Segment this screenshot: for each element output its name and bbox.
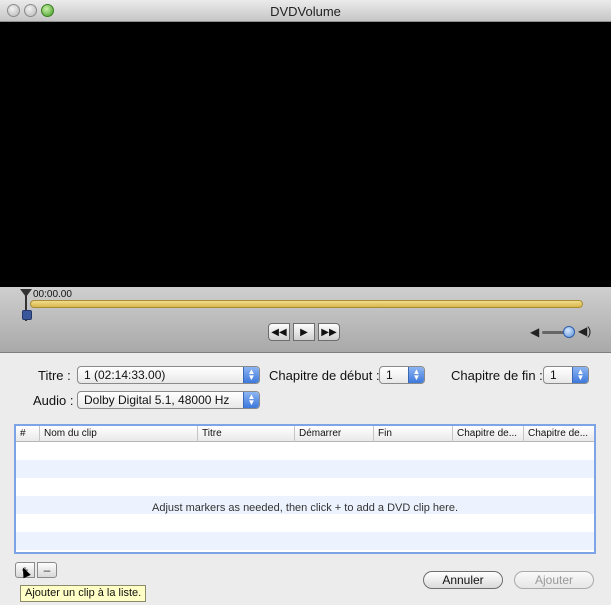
title-popup[interactable]: 1 (02:14:33.00) ▲ ▼ <box>77 366 260 384</box>
start-chapter-label: Chapitre de début : <box>269 368 380 383</box>
popup-arrows-icon: ▲ ▼ <box>243 367 259 383</box>
column-header-start[interactable]: Démarrer <box>295 426 374 442</box>
table-rows: Adjust markers as needed, then click + t… <box>16 442 594 552</box>
video-preview <box>0 22 611 287</box>
column-header-end-chapter[interactable]: Chapitre de... <box>524 426 594 442</box>
window-title: DVDVolume <box>270 4 341 19</box>
start-chapter-popup[interactable]: 1 ▲ ▼ <box>379 366 425 384</box>
dvdvolume-window: DVDVolume 00:00.00 ◀◀ ▶ ▶▶ ◀ ◀) Titre : … <box>0 0 611 605</box>
end-chapter-popup-value: 1 <box>550 368 557 382</box>
volume-slider-knob[interactable] <box>563 326 575 338</box>
column-header-clip-name[interactable]: Nom du clip <box>40 426 198 442</box>
audio-popup-value: Dolby Digital 5.1, 48000 Hz <box>84 393 230 407</box>
title-bar[interactable]: DVDVolume <box>0 0 611 22</box>
popup-arrows-icon: ▲ ▼ <box>243 392 259 408</box>
title-popup-value: 1 (02:14:33.00) <box>84 368 166 382</box>
add-clip-tooltip: Ajouter un clip à la liste. <box>20 585 147 602</box>
playback-controls: 00:00.00 ◀◀ ▶ ▶▶ ◀ ◀) <box>0 287 611 353</box>
audio-label: Audio : <box>33 393 74 408</box>
cancel-button[interactable]: Annuler <box>423 571 503 589</box>
play-icon: ▶ <box>300 326 308 338</box>
end-chapter-label: Chapitre de fin : <box>451 368 543 383</box>
popup-arrows-icon: ▲ ▼ <box>572 367 588 383</box>
end-chapter-popup[interactable]: 1 ▲ ▼ <box>543 366 589 384</box>
empty-table-message: Adjust markers as needed, then click + t… <box>151 502 459 514</box>
timecode-display: 00:00.00 <box>33 289 72 300</box>
table-header: # Nom du clip Titre Démarrer Fin Chapitr… <box>16 426 594 442</box>
title-label: Titre : <box>38 368 71 383</box>
audio-popup[interactable]: Dolby Digital 5.1, 48000 Hz ▲ ▼ <box>77 391 260 409</box>
rewind-icon: ◀◀ <box>271 326 287 338</box>
column-header-number[interactable]: # <box>16 426 40 442</box>
remove-clip-button[interactable]: – <box>37 562 57 578</box>
play-button[interactable]: ▶ <box>293 323 315 341</box>
start-chapter-popup-value: 1 <box>386 368 393 382</box>
clip-list-table[interactable]: # Nom du clip Titre Démarrer Fin Chapitr… <box>14 424 596 554</box>
popup-arrows-icon: ▲ ▼ <box>408 367 424 383</box>
volume-high-icon: ◀) <box>578 324 592 338</box>
fast-forward-icon: ▶▶ <box>321 326 337 338</box>
volume-low-icon: ◀ <box>530 325 540 339</box>
column-header-title[interactable]: Titre <box>198 426 295 442</box>
timeline-slider[interactable] <box>30 300 583 308</box>
add-button[interactable]: Ajouter <box>514 571 594 589</box>
column-header-end[interactable]: Fin <box>374 426 453 442</box>
fast-forward-button[interactable]: ▶▶ <box>318 323 340 341</box>
rewind-button[interactable]: ◀◀ <box>268 323 290 341</box>
column-header-start-chapter[interactable]: Chapitre de... <box>453 426 524 442</box>
start-marker-handle[interactable] <box>22 310 32 320</box>
